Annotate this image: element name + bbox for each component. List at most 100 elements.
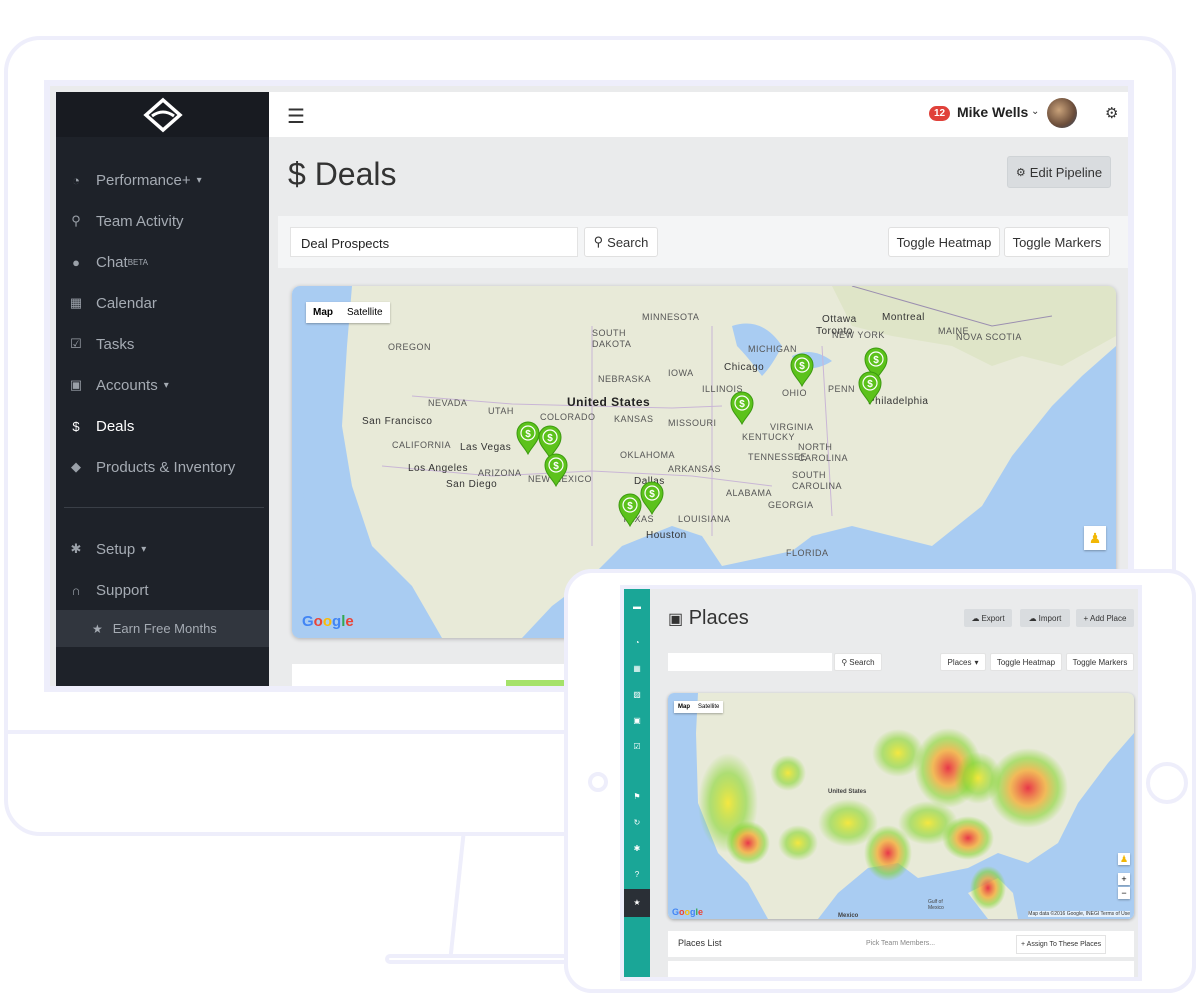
sidebar-divider [64, 507, 264, 508]
places-dropdown[interactable]: Places ▾ [940, 653, 986, 671]
help-icon[interactable]: ? [624, 865, 650, 885]
import-button[interactable]: ☁ Import [1020, 609, 1070, 627]
zoom-in-button[interactable]: + [1118, 873, 1130, 885]
search-input[interactable]: Deal Prospects [290, 227, 578, 257]
user-name[interactable]: Mike Wells [957, 104, 1028, 120]
image-icon[interactable]: ▨ [624, 685, 650, 705]
zoom-out-button[interactable]: − [1118, 887, 1130, 899]
places-heatmap[interactable]: United States Mexico Gulf of Mexico Map S… [668, 693, 1134, 919]
map-tab[interactable]: Map [674, 701, 694, 713]
deal-marker-icon[interactable]: $ [538, 425, 562, 460]
deal-marker-icon[interactable]: $ [516, 421, 540, 456]
assign-places-button[interactable]: + Assign To These Places [1016, 935, 1107, 954]
caret-down-icon: ▾ [196, 174, 202, 186]
satellite-tab[interactable]: Satellite [694, 701, 723, 713]
svg-text:$: $ [627, 501, 633, 512]
sidebar-item-accounts[interactable]: ▣ Accounts ▾ [56, 365, 269, 405]
heatmap-type-tabs: Map Satellite [674, 701, 724, 713]
hamburger-menu-icon[interactable]: ☰ [287, 104, 305, 129]
svg-text:$: $ [553, 461, 559, 472]
dollar-icon: $ [72, 418, 80, 434]
comments-icon: ● [72, 254, 80, 270]
calendar-icon: ▦ [69, 295, 83, 310]
sidebar-item-label: Team Activity [96, 212, 184, 230]
caret-down-icon: ▾ [974, 657, 979, 667]
deal-marker-icon[interactable]: $ [618, 493, 642, 528]
street-view-pegman-icon[interactable]: ♟ [1118, 853, 1130, 865]
pick-team-members-input[interactable]: Pick Team Members... [860, 935, 1010, 953]
search-icon: ⚲ [593, 234, 604, 249]
sidebar-item-label: Chat [96, 253, 128, 271]
map-marker-icon: ⚲ [71, 213, 81, 228]
toggle-markers-button[interactable]: Toggle Markers [1066, 653, 1134, 671]
briefcase-icon: ▣ [668, 611, 684, 628]
dashboard-icon[interactable]: ◔ [624, 633, 650, 653]
sidebar-item-label: Deals [96, 417, 135, 435]
deal-marker-icon[interactable]: $ [640, 481, 664, 516]
caret-down-icon: ▾ [141, 543, 147, 555]
notification-badge[interactable]: 12 [929, 106, 951, 121]
sidebar-item-label: Support [96, 581, 149, 599]
toggle-markers-button[interactable]: Toggle Markers [1004, 227, 1110, 257]
sidebar-item-deals[interactable]: $ Deals [56, 406, 269, 446]
menu-icon[interactable]: ▬ [624, 597, 650, 617]
check-square-icon: ☑ [70, 336, 82, 351]
add-place-button[interactable]: + Add Place [1076, 609, 1134, 627]
flag-icon[interactable]: ⚑ [624, 787, 650, 807]
calendar-icon[interactable]: ▦ [624, 659, 650, 679]
sidebar-item-products-inventory[interactable]: ◆ Products & Inventory [56, 447, 269, 487]
deal-marker-icon[interactable]: $ [544, 453, 568, 488]
sidebar-item-calendar[interactable]: ▦ Calendar [56, 283, 269, 323]
dollar-icon: $ [288, 156, 306, 192]
sidebar-item-label: Products & Inventory [96, 458, 236, 476]
export-button[interactable]: ☁ Export [964, 609, 1012, 627]
search-button[interactable]: ⚲ Search [584, 227, 658, 257]
edit-pipeline-button[interactable]: ⚙ Edit Pipeline [1007, 156, 1111, 188]
svg-text:$: $ [739, 399, 745, 410]
tablet-screen: ▬ ◔ ▦ ▨ ▣ ☑ ⚑ ↻ ✱ ? ★ ▣ Places ☁ Export ☁… [620, 585, 1142, 981]
heatmap-canvas[interactable]: United States Mexico Gulf ofMexico [668, 693, 1134, 919]
refresh-icon[interactable]: ↻ [624, 813, 650, 833]
sidebar-item-label: Setup [96, 540, 136, 558]
cloud-icon: ☁ [971, 613, 980, 623]
svg-text:Mexico: Mexico [838, 913, 859, 919]
tablet-camera [588, 772, 608, 792]
map-attribution[interactable]: Map data ©2016 Google, INEGI Terms of Us… [1028, 911, 1130, 917]
google-logo: Google [672, 907, 704, 917]
sidebar-item-tasks[interactable]: ☑ Tasks [56, 324, 269, 364]
logo[interactable] [56, 92, 269, 137]
marketing-composition: ◔ Performance+ ▾ ⚲ Team Activity ● Chat B… [0, 0, 1200, 1000]
top-bar: ☰ 12 Mike Wells ⌄ ⚙ [269, 92, 1128, 137]
briefcase-icon[interactable]: ▣ [624, 711, 650, 731]
sidebar-item-setup[interactable]: ✱ Setup ▾ [56, 529, 269, 569]
svg-text:$: $ [873, 355, 879, 366]
svg-text:Mexico: Mexico [928, 905, 944, 911]
svg-text:United States: United States [828, 789, 867, 795]
sidebar-item-team-activity[interactable]: ⚲ Team Activity [56, 201, 269, 241]
places-search-button[interactable]: ⚲ Search [834, 653, 882, 671]
places-search-input[interactable] [668, 653, 832, 671]
svg-text:$: $ [525, 429, 531, 440]
places-title: ▣ Places [668, 607, 749, 629]
chevron-down-icon[interactable]: ⌄ [1031, 106, 1039, 117]
svg-text:$: $ [799, 361, 805, 372]
gear-icon[interactable]: ✱ [624, 839, 650, 859]
sidebar-item-support[interactable]: ∩ Support [56, 570, 269, 610]
toggle-heatmap-button[interactable]: Toggle Heatmap [990, 653, 1062, 671]
sidebar-item-performance[interactable]: ◔ Performance+ ▾ [56, 160, 269, 200]
tags-icon: ◆ [71, 459, 81, 474]
deal-marker-icon[interactable]: $ [730, 391, 754, 426]
sidebar-item-label: Tasks [96, 335, 135, 353]
briefcase-icon: ▣ [69, 377, 83, 392]
avatar[interactable] [1047, 98, 1077, 128]
brand-logo-icon [142, 97, 183, 132]
deal-marker-icon[interactable]: $ [858, 371, 882, 406]
toggle-heatmap-button[interactable]: Toggle Heatmap [888, 227, 1000, 257]
star-icon[interactable]: ★ [624, 889, 650, 917]
check-square-icon[interactable]: ☑ [624, 737, 650, 757]
deal-marker-icon[interactable]: $ [790, 353, 814, 388]
sidebar-item-chat[interactable]: ● Chat BETA [56, 242, 269, 282]
places-list-label: Places List [678, 938, 722, 948]
earn-free-months-link[interactable]: ★ Earn Free Months [56, 610, 269, 647]
settings-gear-icon[interactable]: ⚙ [1105, 104, 1118, 122]
